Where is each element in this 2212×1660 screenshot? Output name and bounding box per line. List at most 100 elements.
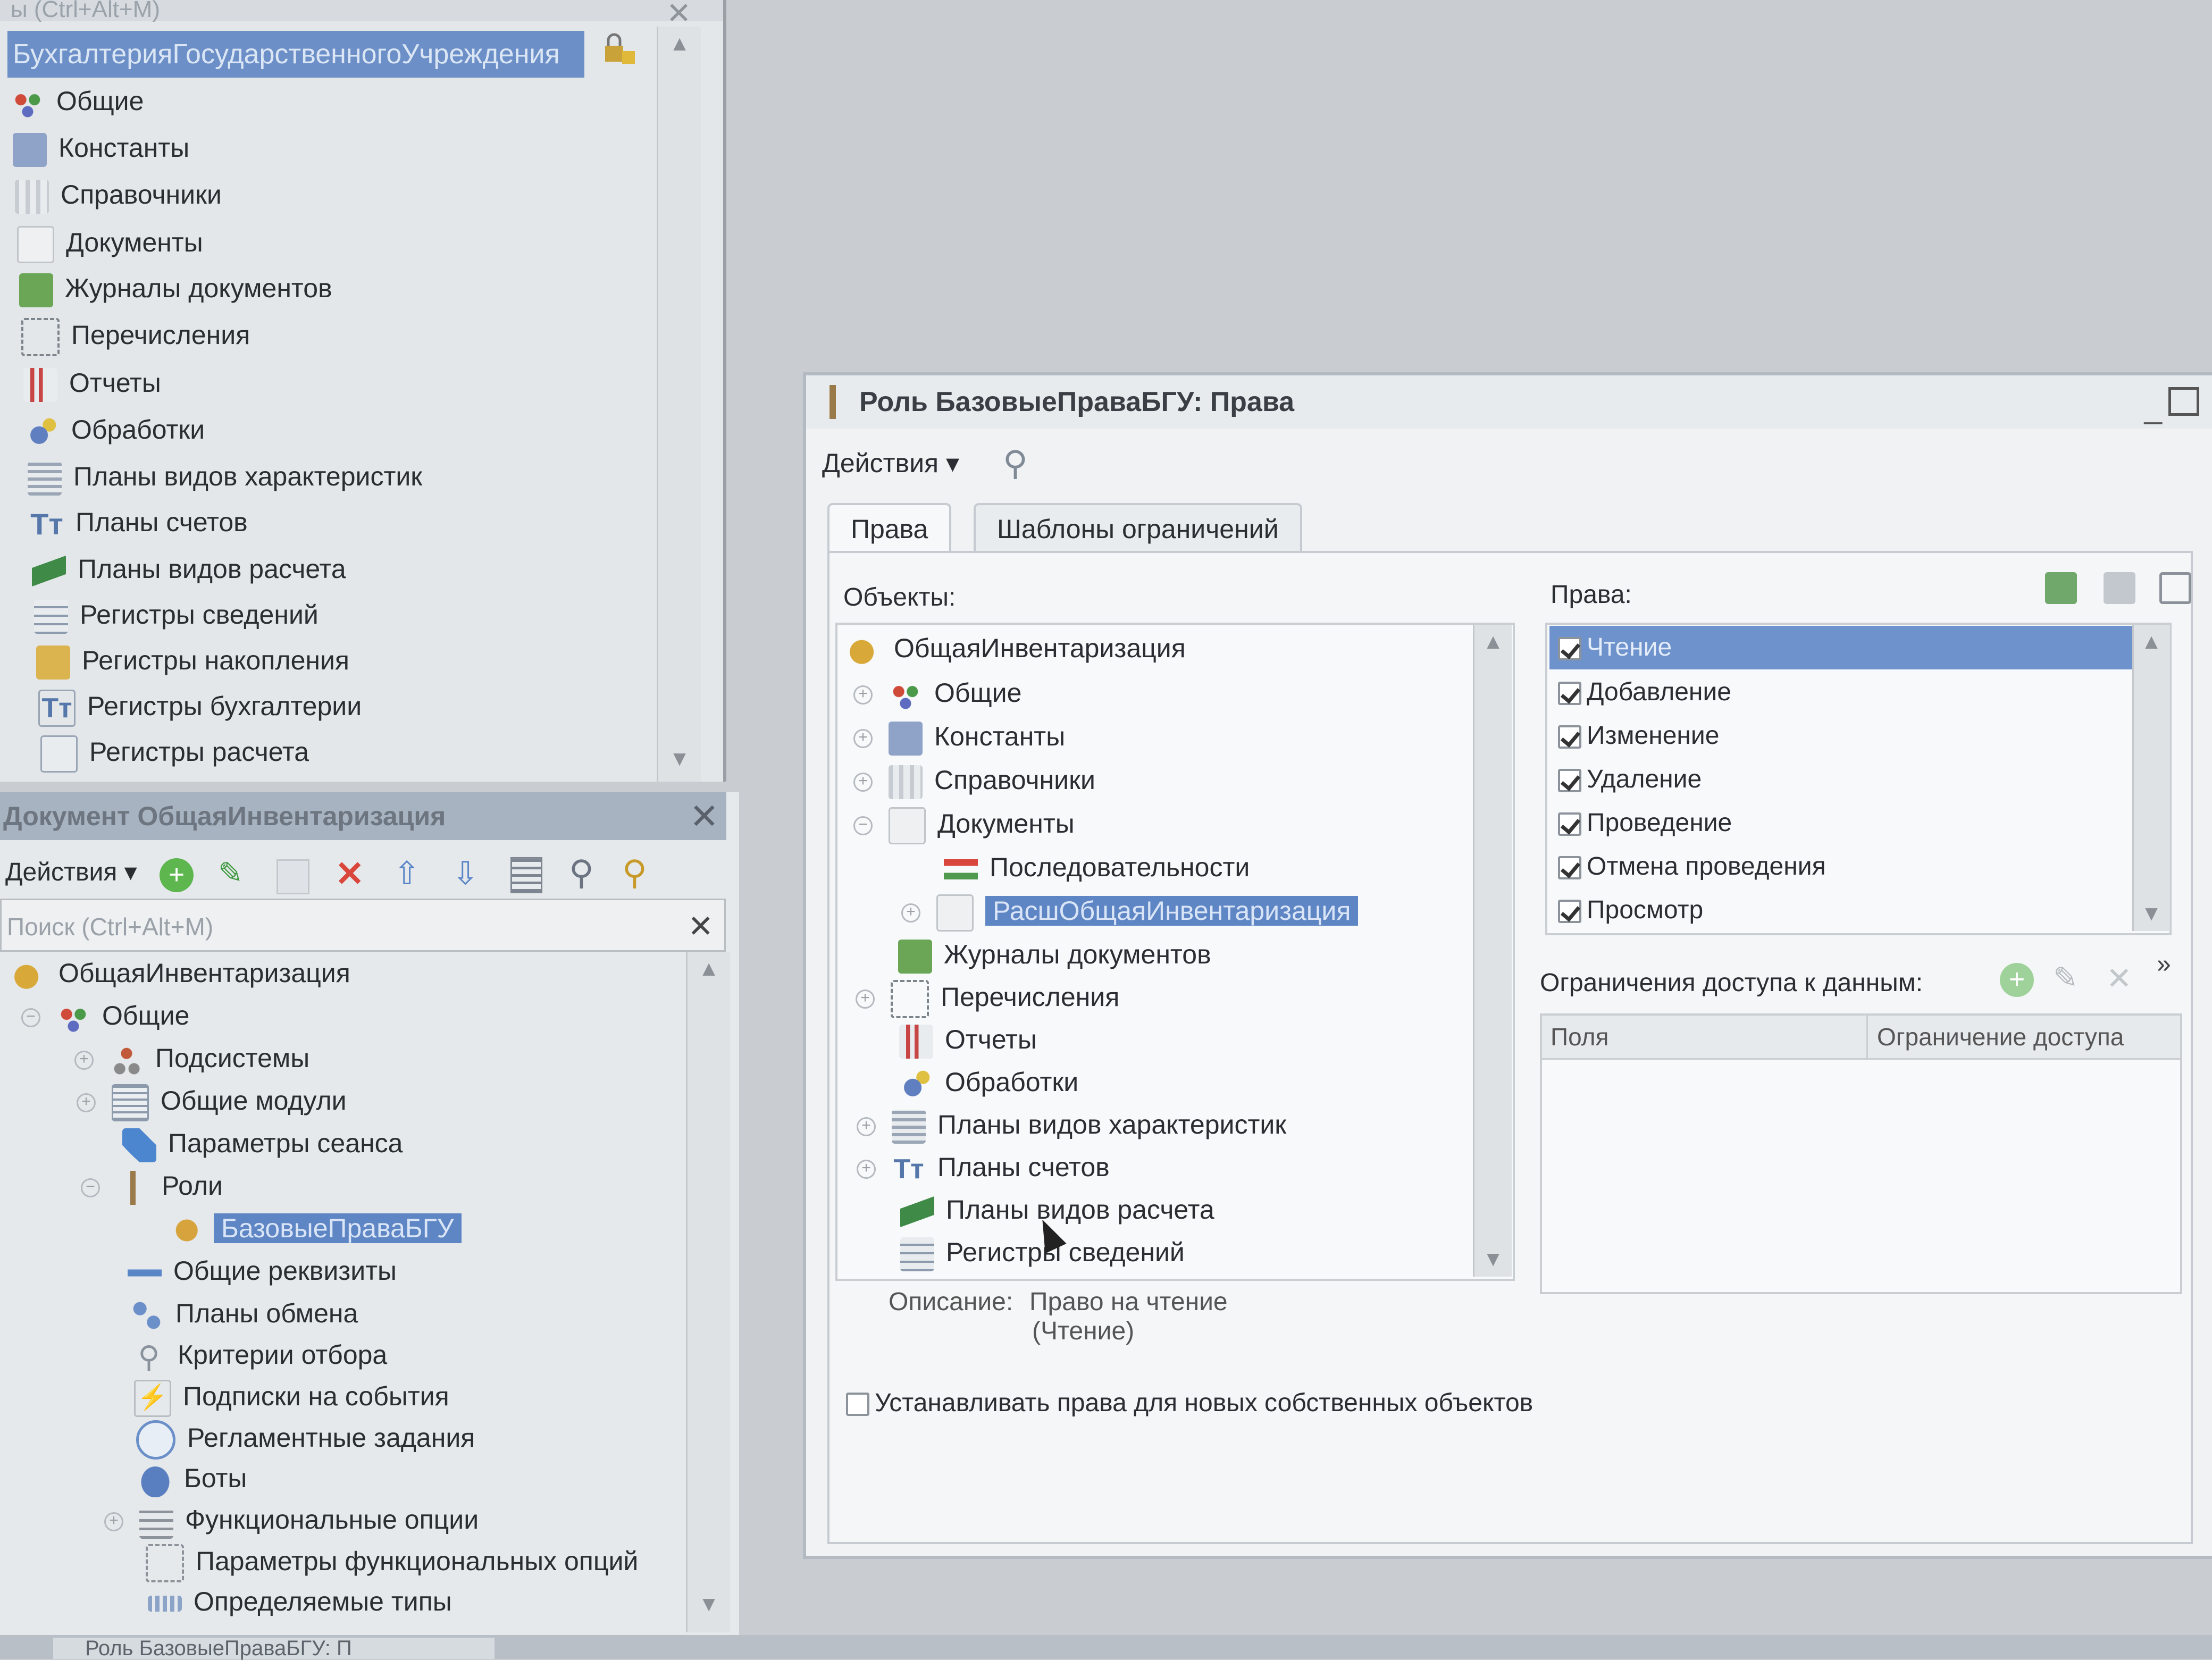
edit-icon[interactable]: ✎: [218, 856, 243, 890]
tree-item-roles[interactable]: − Роли: [81, 1164, 223, 1207]
tree-item-functional-option-params[interactable]: Параметры функциональных опций: [146, 1540, 638, 1582]
open-window-tab[interactable]: Роль БазовыеПраваБГУ: П: [53, 1638, 495, 1659]
tree-item-common-attributes[interactable]: Общие реквизиты: [128, 1250, 397, 1292]
tree-item-calculation-types[interactable]: Планы видов расчета: [32, 548, 346, 590]
right-undo-posting[interactable]: Отмена проведения: [1558, 845, 1826, 888]
object-catalogs[interactable]: + Справочники: [853, 759, 1095, 801]
tree-item-general[interactable]: − Общие: [21, 994, 189, 1037]
scroll-down-icon[interactable]: ▼: [658, 747, 701, 771]
tree-item-event-subscriptions[interactable]: ⚡ Подписки на события: [134, 1375, 449, 1418]
expand-icon[interactable]: +: [74, 1050, 94, 1070]
right-add[interactable]: Добавление: [1558, 670, 1731, 714]
add-icon[interactable]: +: [160, 858, 194, 892]
tree-item-functional-options[interactable]: + Функциональные опции: [104, 1498, 479, 1541]
expand-icon[interactable]: +: [77, 1093, 96, 1112]
expand-icon[interactable]: +: [853, 685, 873, 705]
expand-icon[interactable]: +: [901, 903, 920, 923]
tree-item-charts-of-accounts[interactable]: Tт Планы счетов: [30, 501, 248, 543]
search-input[interactable]: Поиск (Ctrl+Alt+M) ✕: [0, 899, 726, 952]
column-access-restriction[interactable]: Ограничение доступа: [1877, 1016, 2124, 1058]
object-reports[interactable]: Отчеты: [899, 1018, 1037, 1061]
scroll-up-icon[interactable]: ▲: [1474, 630, 1512, 654]
tree-item-general[interactable]: Общие: [11, 80, 144, 122]
expand-icon[interactable]: +: [853, 772, 873, 792]
tab-rights[interactable]: Права: [827, 503, 952, 553]
object-doc-selected[interactable]: + РасшОбщаяИнвентаризация: [901, 890, 1359, 932]
edit-restriction-icon[interactable]: ✎: [2053, 960, 2078, 995]
clear-rights-icon[interactable]: [2104, 572, 2135, 604]
right-update-checkbox[interactable]: [1558, 725, 1581, 749]
tree-item-calculation-registers[interactable]: Регистры расчета: [40, 731, 309, 773]
filter-clear-icon[interactable]: ⚲: [622, 853, 647, 892]
expand-icon[interactable]: +: [857, 1159, 876, 1179]
tree-item-reports[interactable]: Отчеты: [23, 362, 161, 404]
right-read[interactable]: Чтение: [1549, 626, 2132, 669]
right-read-checkbox[interactable]: [1558, 637, 1581, 661]
column-fields[interactable]: Поля: [1551, 1016, 1608, 1058]
config-tree-scrollbar[interactable]: ▲ ▼: [657, 27, 701, 782]
scroll-down-icon[interactable]: ▼: [1474, 1247, 1512, 1271]
filter-icon[interactable]: ⚲: [569, 853, 594, 892]
right-view-checkbox[interactable]: [1558, 900, 1581, 924]
config-root-item[interactable]: БухгалтерияГосударственногоУчреждения: [7, 31, 584, 78]
object-charts-of-accounts[interactable]: + Tт Планы счетов: [857, 1146, 1110, 1188]
tree-item-bots[interactable]: Боты: [138, 1457, 247, 1499]
right-update[interactable]: Изменение: [1558, 714, 1719, 758]
tree-item-catalogs[interactable]: Справочники: [15, 173, 222, 216]
scroll-down-icon[interactable]: ▼: [688, 1592, 730, 1616]
maximize-button[interactable]: [2168, 387, 2199, 416]
object-root[interactable]: ОбщаяИнвентаризация: [848, 627, 1186, 669]
tree-item-info-registers[interactable]: Регистры сведений: [34, 593, 319, 636]
tree-item-exchange-plans[interactable]: Планы обмена: [130, 1292, 358, 1335]
tree-item-constants[interactable]: Константы: [13, 127, 189, 169]
tree-item-processing[interactable]: Обработки: [26, 408, 205, 451]
close-icon[interactable]: ✕: [690, 792, 719, 840]
tree-item-documents[interactable]: Документы: [17, 221, 203, 264]
object-processing[interactable]: Обработки: [899, 1061, 1078, 1103]
tree-item-enums[interactable]: Перечисления: [21, 314, 250, 356]
lock-icon[interactable]: [601, 32, 638, 69]
right-posting[interactable]: Проведение: [1558, 801, 1732, 845]
object-general[interactable]: + Общие: [853, 672, 1021, 714]
tree-item-characteristic-types[interactable]: Планы видов характеристик: [28, 455, 422, 498]
expand-icon[interactable]: +: [104, 1512, 123, 1531]
add-restriction-icon[interactable]: +: [2000, 963, 2034, 997]
sort-icon[interactable]: [510, 857, 542, 893]
expand-icon[interactable]: +: [857, 1117, 876, 1136]
collapse-icon[interactable]: −: [21, 1008, 40, 1027]
tree-item-subsystems[interactable]: + Подсистемы: [74, 1037, 309, 1079]
collapse-icon[interactable]: −: [853, 816, 873, 835]
right-delete-checkbox[interactable]: [1558, 769, 1581, 793]
tree-item-role-selected[interactable]: БазовыеПраваБГУ: [168, 1207, 462, 1250]
right-delete[interactable]: Удаление: [1558, 758, 1702, 801]
expand-icon[interactable]: +: [853, 728, 873, 748]
scroll-up-icon[interactable]: ▲: [658, 32, 701, 56]
tree-item-filter-criteria[interactable]: ⚲ Критерии отбора: [132, 1334, 387, 1376]
set-all-rights-icon[interactable]: [2045, 572, 2077, 604]
tree-item-journals[interactable]: Журналы документов: [19, 267, 332, 309]
new-objects-rights-option[interactable]: Устанавливать права для новых собственны…: [846, 1388, 1533, 1418]
filter-icon[interactable]: ⚲: [1003, 437, 1028, 490]
tree-item-common-modules[interactable]: + Общие модули: [77, 1079, 347, 1122]
object-documents[interactable]: − Документы: [853, 802, 1075, 845]
copy-rights-icon[interactable]: [2159, 572, 2191, 604]
actions-menu[interactable]: Действия ▾: [5, 843, 137, 902]
document-tree-scrollbar[interactable]: ▲ ▼: [686, 952, 730, 1632]
more-icon[interactable]: »: [2157, 950, 2171, 979]
right-undo-posting-checkbox[interactable]: [1558, 856, 1581, 880]
actions-menu[interactable]: Действия ▾: [822, 448, 959, 478]
scroll-up-icon[interactable]: ▲: [2134, 630, 2169, 654]
delete-icon[interactable]: ✕: [335, 855, 364, 892]
copy-icon[interactable]: [276, 859, 309, 894]
tree-item-accounting-registers[interactable]: Tт Регистры бухгалтерии: [38, 685, 362, 727]
move-down-icon[interactable]: ⇩: [452, 855, 479, 892]
right-posting-checkbox[interactable]: [1558, 812, 1581, 836]
tree-item-accumulation-registers[interactable]: Регистры накопления: [36, 639, 349, 682]
object-journals[interactable]: Журналы документов: [898, 933, 1211, 976]
tree-item-root[interactable]: ОбщаяИнвентаризация: [13, 952, 350, 994]
rights-scrollbar[interactable]: ▲ ▼: [2132, 625, 2169, 931]
object-enums[interactable]: + Перечисления: [856, 976, 1119, 1018]
new-objects-rights-checkbox[interactable]: [846, 1393, 869, 1416]
scroll-down-icon[interactable]: ▼: [2134, 902, 2169, 926]
tree-item-defined-types[interactable]: Определяемые типы: [148, 1580, 452, 1623]
